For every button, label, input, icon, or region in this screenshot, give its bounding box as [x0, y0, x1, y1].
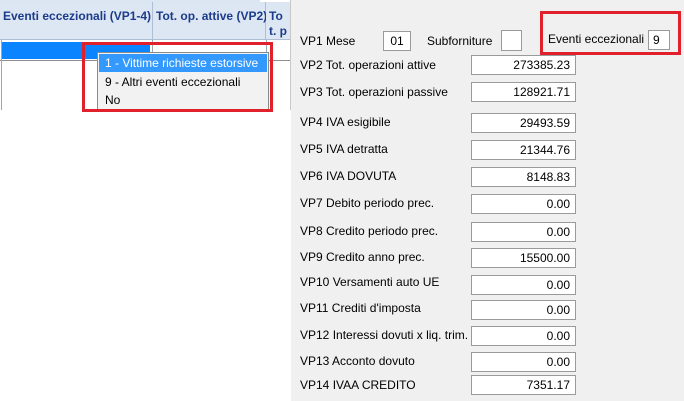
vp13-label: VP13 Acconto dovuto	[300, 354, 415, 368]
vp5-label: VP5 IVA detratta	[300, 142, 388, 156]
vp12-label: VP12 Interessi dovuti x liq. trim.	[300, 328, 469, 342]
column-header-label: Eventi eccezionali (VP1-4)	[3, 9, 152, 23]
vp5-field[interactable]: 21344.76	[471, 140, 576, 160]
vp11-field[interactable]: 0.00	[471, 300, 576, 320]
eventi-highlight-box	[540, 11, 681, 55]
vp9-field[interactable]: 15500.00	[471, 248, 576, 268]
vp7-field[interactable]: 0.00	[471, 194, 576, 214]
vp2-field[interactable]: 273385.23	[471, 55, 576, 75]
dropdown-highlight-box	[82, 42, 273, 112]
vp9-label: VP9 Credito anno prec.	[300, 250, 425, 264]
vp10-label: VP10 Versamenti auto UE	[300, 275, 440, 289]
vp12-field[interactable]: 0.00	[471, 326, 576, 346]
liquidazione-form: VP1 Mese 01 Subforniture Eventi eccezion…	[291, 0, 684, 401]
vp3-label: VP3 Tot. operazioni passive	[300, 85, 448, 99]
vp8-label: VP8 Credito periodo prec.	[300, 224, 439, 238]
vp2-label: VP2 Tot. operazioni attive	[300, 58, 436, 72]
vp8-field[interactable]: 0.00	[471, 222, 576, 242]
vp1-label: VP1 Mese	[300, 34, 356, 48]
vp6-field[interactable]: 8148.83	[471, 167, 576, 187]
vp3-field[interactable]: 128921.71	[471, 82, 576, 102]
vp6-label: VP6 IVA DOVUTA	[300, 169, 397, 183]
column-header-eventi[interactable]: Eventi eccezionali (VP1-4)	[0, 2, 153, 40]
column-header-attive[interactable]: Tot. op. attive (VP2)	[153, 2, 268, 40]
vp11-label: VP11 Crediti d'imposta	[300, 301, 421, 315]
vp14-label: VP14 IVAA CREDITO	[300, 378, 416, 392]
vp13-field[interactable]: 0.00	[471, 352, 576, 372]
vp7-label: VP7 Debito periodo prec.	[300, 196, 435, 210]
vp1-month-field[interactable]: 01	[383, 31, 411, 51]
subforniture-checkbox[interactable]	[501, 30, 522, 51]
vp4-label: VP4 IVA esigibile	[300, 115, 391, 129]
subforniture-label: Subforniture	[427, 34, 493, 48]
column-header-label: Tot. op. attive (VP2)	[156, 9, 268, 23]
column-header-label: Tot. pas	[269, 9, 287, 38]
column-header-passive[interactable]: Tot. pas	[266, 2, 292, 40]
vp4-field[interactable]: 29493.59	[471, 113, 576, 133]
vp14-field[interactable]: 7351.17	[471, 375, 576, 395]
grid-column-divider	[1, 40, 2, 110]
vp10-field[interactable]: 0.00	[471, 275, 576, 295]
